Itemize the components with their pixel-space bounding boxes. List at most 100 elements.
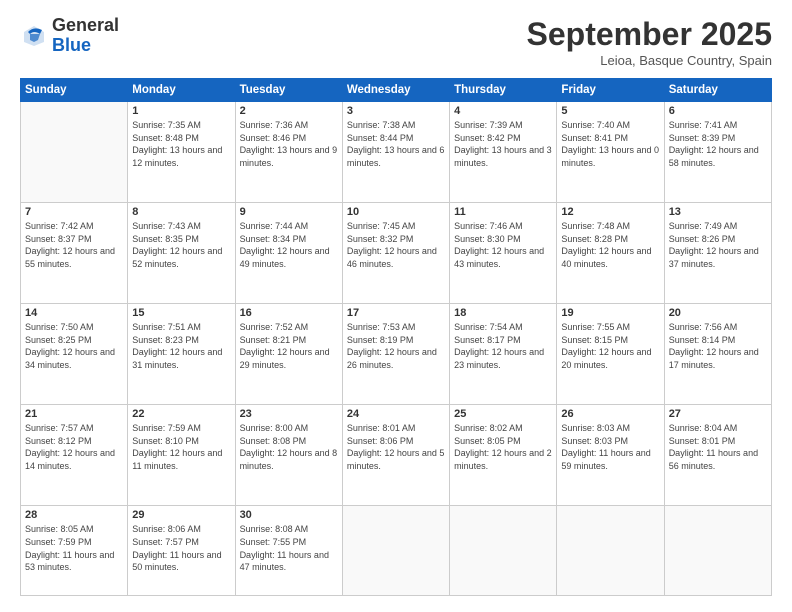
month-title: September 2025 bbox=[527, 16, 772, 53]
day-number: 21 bbox=[25, 408, 123, 420]
day-info: Sunrise: 7:54 AMSunset: 8:17 PMDaylight:… bbox=[454, 321, 552, 371]
day-number: 4 bbox=[454, 105, 552, 117]
calendar-day-cell: 28Sunrise: 8:05 AMSunset: 7:59 PMDayligh… bbox=[21, 506, 128, 596]
calendar-day-cell: 23 Sunrise: 8:00 AMSunset: 8:08 PMDayligh… bbox=[235, 405, 342, 506]
day-info: Sunrise: 7:36 AMSunset: 8:46 PMDaylight:… bbox=[240, 119, 338, 169]
title-section: September 2025 Leioa, Basque Country, Sp… bbox=[527, 16, 772, 68]
day-info: Sunrise: 7:38 AMSunset: 8:44 PMDaylight:… bbox=[347, 119, 445, 169]
day-info: Sunrise: 7:53 AMSunset: 8:19 PMDaylight:… bbox=[347, 321, 445, 371]
day-number: 24 bbox=[347, 408, 445, 420]
calendar-day-cell: 18 Sunrise: 7:54 AMSunset: 8:17 PMDayligh… bbox=[450, 304, 557, 405]
calendar-day-cell: 27 Sunrise: 8:04 AMSunset: 8:01 PMDayligh… bbox=[664, 405, 771, 506]
day-info: Sunrise: 8:03 AMSunset: 8:03 PMDaylight:… bbox=[561, 422, 659, 472]
day-number: 13 bbox=[669, 206, 767, 218]
day-info: Sunrise: 7:48 AMSunset: 8:28 PMDaylight:… bbox=[561, 220, 659, 270]
day-info: Sunrise: 7:52 AMSunset: 8:21 PMDaylight:… bbox=[240, 321, 338, 371]
calendar-week-row: 7Sunrise: 7:42 AMSunset: 8:37 PMDaylight… bbox=[21, 203, 772, 304]
day-number: 19 bbox=[561, 307, 659, 319]
day-info: Sunrise: 8:06 AMSunset: 7:57 PMDaylight:… bbox=[132, 523, 230, 573]
calendar-header-thursday: Thursday bbox=[450, 79, 557, 102]
day-number: 8 bbox=[132, 206, 230, 218]
calendar-day-cell: 2 Sunrise: 7:36 AMSunset: 8:46 PMDaylight… bbox=[235, 102, 342, 203]
day-number: 3 bbox=[347, 105, 445, 117]
calendar-day-cell bbox=[450, 506, 557, 596]
day-number: 27 bbox=[669, 408, 767, 420]
day-number: 30 bbox=[240, 509, 338, 521]
day-info: Sunrise: 7:50 AMSunset: 8:25 PMDaylight:… bbox=[25, 321, 123, 371]
logo-icon bbox=[20, 22, 48, 50]
logo-general: General bbox=[52, 15, 119, 35]
logo: General Blue bbox=[20, 16, 119, 56]
day-info: Sunrise: 7:59 AMSunset: 8:10 PMDaylight:… bbox=[132, 422, 230, 472]
day-info: Sunrise: 7:57 AMSunset: 8:12 PMDaylight:… bbox=[25, 422, 123, 472]
calendar-day-cell bbox=[557, 506, 664, 596]
calendar-day-cell: 1 Sunrise: 7:35 AMSunset: 8:48 PMDaylight… bbox=[128, 102, 235, 203]
logo-blue: Blue bbox=[52, 35, 91, 55]
day-number: 20 bbox=[669, 307, 767, 319]
day-number: 23 bbox=[240, 408, 338, 420]
day-number: 2 bbox=[240, 105, 338, 117]
calendar-day-cell: 20Sunrise: 7:56 AMSunset: 8:14 PMDayligh… bbox=[664, 304, 771, 405]
day-number: 11 bbox=[454, 206, 552, 218]
day-number: 22 bbox=[132, 408, 230, 420]
day-info: Sunrise: 8:05 AMSunset: 7:59 PMDaylight:… bbox=[25, 523, 123, 573]
day-info: Sunrise: 7:55 AMSunset: 8:15 PMDaylight:… bbox=[561, 321, 659, 371]
location: Leioa, Basque Country, Spain bbox=[527, 53, 772, 68]
day-number: 15 bbox=[132, 307, 230, 319]
day-info: Sunrise: 7:41 AMSunset: 8:39 PMDaylight:… bbox=[669, 119, 767, 169]
day-info: Sunrise: 7:39 AMSunset: 8:42 PMDaylight:… bbox=[454, 119, 552, 169]
day-info: Sunrise: 7:46 AMSunset: 8:30 PMDaylight:… bbox=[454, 220, 552, 270]
calendar-day-cell: 29 Sunrise: 8:06 AMSunset: 7:57 PMDayligh… bbox=[128, 506, 235, 596]
day-number: 17 bbox=[347, 307, 445, 319]
calendar-week-row: 21 Sunrise: 7:57 AMSunset: 8:12 PMDayligh… bbox=[21, 405, 772, 506]
day-info: Sunrise: 8:08 AMSunset: 7:55 PMDaylight:… bbox=[240, 523, 338, 573]
day-number: 16 bbox=[240, 307, 338, 319]
calendar-day-cell: 17 Sunrise: 7:53 AMSunset: 8:19 PMDayligh… bbox=[342, 304, 449, 405]
calendar-day-cell: 21 Sunrise: 7:57 AMSunset: 8:12 PMDayligh… bbox=[21, 405, 128, 506]
calendar-day-cell: 10 Sunrise: 7:45 AMSunset: 8:32 PMDayligh… bbox=[342, 203, 449, 304]
day-info: Sunrise: 8:00 AMSunset: 8:08 PMDaylight:… bbox=[240, 422, 338, 472]
calendar-header-row: SundayMondayTuesdayWednesdayThursdayFrid… bbox=[21, 79, 772, 102]
day-info: Sunrise: 7:35 AMSunset: 8:48 PMDaylight:… bbox=[132, 119, 230, 169]
calendar-day-cell: 7Sunrise: 7:42 AMSunset: 8:37 PMDaylight… bbox=[21, 203, 128, 304]
day-number: 25 bbox=[454, 408, 552, 420]
calendar-day-cell: 24 Sunrise: 8:01 AMSunset: 8:06 PMDayligh… bbox=[342, 405, 449, 506]
day-number: 6 bbox=[669, 105, 767, 117]
day-info: Sunrise: 8:04 AMSunset: 8:01 PMDaylight:… bbox=[669, 422, 767, 472]
day-number: 10 bbox=[347, 206, 445, 218]
day-info: Sunrise: 8:02 AMSunset: 8:05 PMDaylight:… bbox=[454, 422, 552, 472]
calendar-week-row: 28Sunrise: 8:05 AMSunset: 7:59 PMDayligh… bbox=[21, 506, 772, 596]
day-info: Sunrise: 7:44 AMSunset: 8:34 PMDaylight:… bbox=[240, 220, 338, 270]
day-info: Sunrise: 7:49 AMSunset: 8:26 PMDaylight:… bbox=[669, 220, 767, 270]
day-number: 9 bbox=[240, 206, 338, 218]
calendar: SundayMondayTuesdayWednesdayThursdayFrid… bbox=[20, 78, 772, 596]
calendar-day-cell: 15 Sunrise: 7:51 AMSunset: 8:23 PMDayligh… bbox=[128, 304, 235, 405]
calendar-header-monday: Monday bbox=[128, 79, 235, 102]
calendar-day-cell: 6 Sunrise: 7:41 AMSunset: 8:39 PMDaylight… bbox=[664, 102, 771, 203]
day-info: Sunrise: 7:51 AMSunset: 8:23 PMDaylight:… bbox=[132, 321, 230, 371]
logo-text: General Blue bbox=[52, 16, 119, 56]
calendar-day-cell: 4 Sunrise: 7:39 AMSunset: 8:42 PMDaylight… bbox=[450, 102, 557, 203]
calendar-day-cell bbox=[21, 102, 128, 203]
header: General Blue September 2025 Leioa, Basqu… bbox=[20, 16, 772, 68]
calendar-day-cell: 14Sunrise: 7:50 AMSunset: 8:25 PMDayligh… bbox=[21, 304, 128, 405]
calendar-day-cell: 25 Sunrise: 8:02 AMSunset: 8:05 PMDayligh… bbox=[450, 405, 557, 506]
calendar-day-cell: 9 Sunrise: 7:44 AMSunset: 8:34 PMDaylight… bbox=[235, 203, 342, 304]
day-number: 29 bbox=[132, 509, 230, 521]
calendar-day-cell: 13 Sunrise: 7:49 AMSunset: 8:26 PMDayligh… bbox=[664, 203, 771, 304]
day-number: 1 bbox=[132, 105, 230, 117]
day-info: Sunrise: 8:01 AMSunset: 8:06 PMDaylight:… bbox=[347, 422, 445, 472]
calendar-day-cell: 8Sunrise: 7:43 AMSunset: 8:35 PMDaylight… bbox=[128, 203, 235, 304]
calendar-day-cell: 11 Sunrise: 7:46 AMSunset: 8:30 PMDayligh… bbox=[450, 203, 557, 304]
day-number: 12 bbox=[561, 206, 659, 218]
calendar-day-cell: 12 Sunrise: 7:48 AMSunset: 8:28 PMDayligh… bbox=[557, 203, 664, 304]
calendar-day-cell: 30 Sunrise: 8:08 AMSunset: 7:55 PMDayligh… bbox=[235, 506, 342, 596]
day-number: 18 bbox=[454, 307, 552, 319]
calendar-day-cell: 26Sunrise: 8:03 AMSunset: 8:03 PMDayligh… bbox=[557, 405, 664, 506]
calendar-day-cell: 19 Sunrise: 7:55 AMSunset: 8:15 PMDayligh… bbox=[557, 304, 664, 405]
day-info: Sunrise: 7:42 AMSunset: 8:37 PMDaylight:… bbox=[25, 220, 123, 270]
day-info: Sunrise: 7:45 AMSunset: 8:32 PMDaylight:… bbox=[347, 220, 445, 270]
calendar-week-row: 1 Sunrise: 7:35 AMSunset: 8:48 PMDaylight… bbox=[21, 102, 772, 203]
calendar-header-sunday: Sunday bbox=[21, 79, 128, 102]
calendar-header-friday: Friday bbox=[557, 79, 664, 102]
